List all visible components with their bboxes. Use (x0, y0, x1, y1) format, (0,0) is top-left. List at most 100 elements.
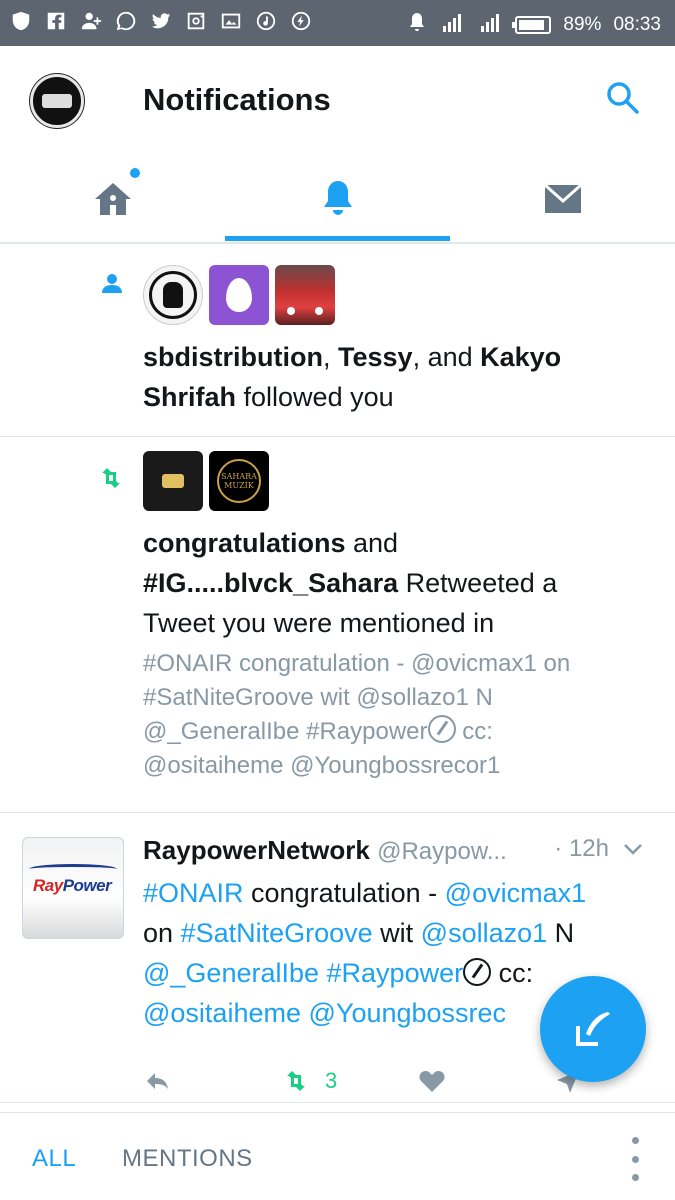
separator: , (322, 342, 338, 372)
tweet-text: wit (372, 918, 421, 948)
tab-messages[interactable] (450, 156, 675, 242)
twitter-icon (150, 10, 172, 32)
add-user-icon (80, 10, 102, 32)
mention-link[interactable]: @sollazo1 (421, 918, 547, 948)
whatsapp-icon (115, 10, 137, 32)
battery-percent: 89% (563, 14, 602, 35)
avatar-tessy[interactable] (209, 265, 269, 325)
status-bar: 89% 08:33 (0, 0, 675, 46)
gallery-icon (220, 10, 242, 32)
user-name[interactable]: sbdistribution (143, 342, 323, 372)
envelope-icon (543, 183, 582, 213)
user-name[interactable]: Tessy (338, 342, 413, 372)
facebook-icon (45, 10, 67, 32)
music-icon (255, 10, 277, 32)
joiner-text: and (345, 528, 399, 558)
user-name[interactable]: #IG.....blvck_Sahara (143, 568, 398, 598)
reply-icon (147, 1073, 168, 1089)
user-name[interactable]: Kakyo (480, 342, 561, 372)
raypower-globe-icon (427, 715, 456, 743)
heart-icon (419, 1070, 445, 1092)
notifications-feed[interactable]: sbdistribution, Tessy, and Kakyo Shrifah… (0, 245, 675, 1103)
tweet-timestamp: · 12h (554, 835, 609, 862)
status-bar-system-icons: 89% 08:33 (405, 10, 661, 40)
like-button[interactable] (417, 1063, 447, 1099)
signal-4g-icon (441, 10, 467, 40)
avatar-logo-text: Power (62, 876, 112, 895)
chevron-down-icon[interactable] (621, 837, 645, 861)
tweet-text: on (143, 918, 181, 948)
retweeter-avatars: SAHARA MUZIK (143, 451, 269, 511)
user-name[interactable]: congratulations (143, 528, 346, 558)
action-text: followed you (236, 382, 394, 412)
action-text: Tweet you were mentioned in (143, 608, 495, 638)
battery-icon (512, 16, 552, 34)
search-icon (607, 82, 639, 114)
tweet-text: N (547, 918, 575, 948)
home-icon (94, 183, 131, 215)
retweet-count: 3 (325, 1068, 338, 1093)
reply-button[interactable] (143, 1063, 173, 1099)
clock: 08:33 (613, 14, 661, 35)
tweet-text: cc: (491, 958, 534, 988)
profile-avatar[interactable] (30, 74, 84, 128)
tweet-actions: 3 (143, 1063, 603, 1103)
mention-link[interactable]: @Youngbossrec (309, 998, 507, 1028)
filter-mentions-tab[interactable]: MENTIONS (122, 1145, 253, 1173)
vpn-shield-icon (10, 10, 32, 32)
quote-line: @_GeneralIbe #Raypower (143, 718, 428, 745)
page-title: Notifications (143, 82, 331, 117)
tab-notifications[interactable] (225, 156, 450, 242)
retweet-button[interactable]: 3 (281, 1063, 337, 1099)
status-bar-notification-icons (10, 10, 312, 32)
tweet-text: congratulation - (243, 878, 445, 908)
avatar-ig-blvck-sahara[interactable]: SAHARA MUZIK (209, 451, 269, 511)
bell-icon (323, 181, 352, 215)
avatar-logo-text: Ray (33, 876, 63, 895)
retweet-icon (287, 1071, 305, 1091)
avatar-sbdistribution[interactable] (143, 265, 203, 325)
more-options-icon[interactable] (622, 1137, 648, 1181)
hashtag-link[interactable]: #Raypower (327, 958, 464, 988)
hashtag-link[interactable]: #SatNiteGroove (181, 918, 373, 948)
avatar-congratulations[interactable] (143, 451, 203, 511)
avatar-kakyo-shrifah[interactable] (275, 265, 335, 325)
retweet-notification-text: congratulations and #IG.....blvck_Sahara… (143, 523, 645, 643)
tweet-header: RaypowerNetwork @Raypow... · 12h (143, 835, 645, 869)
mention-link[interactable]: @ositaiheme (143, 998, 301, 1028)
instagram-icon (185, 10, 207, 32)
home-new-dot (130, 168, 140, 178)
avatar-raypowernetwork[interactable]: RayPower (22, 837, 124, 939)
separator: , and (412, 342, 481, 372)
action-text: Retweeted a (398, 568, 558, 598)
tweet-author-name[interactable]: RaypowerNetwork (143, 835, 370, 865)
compose-icon (576, 1012, 610, 1046)
follower-avatars (143, 265, 335, 325)
hashtag-link[interactable]: #ONAIR (143, 878, 244, 908)
mention-link[interactable]: @ovicmax1 (445, 878, 586, 908)
tweet-text (301, 998, 309, 1028)
main-tabs (0, 156, 675, 244)
tweet-text (319, 958, 327, 988)
tweet-author-handle[interactable]: @Raypow... (377, 838, 507, 865)
raypower-globe-icon (463, 958, 492, 986)
filter-all-tab[interactable]: ALL (32, 1145, 76, 1173)
quote-line: cc: (455, 718, 493, 745)
compose-tweet-button[interactable] (540, 976, 646, 1082)
sahara-badge: SAHARA MUZIK (217, 459, 261, 503)
user-name[interactable]: Shrifah (143, 382, 236, 412)
follow-notification[interactable]: sbdistribution, Tessy, and Kakyo Shrifah… (0, 245, 675, 437)
mention-link[interactable]: @_GeneralIbe (143, 958, 319, 988)
signal-icon (479, 10, 503, 40)
tab-home[interactable] (0, 156, 225, 242)
quote-line: #ONAIR congratulation - @ovicmax1 on (143, 650, 571, 677)
alarm-mute-icon (405, 10, 429, 40)
person-icon (96, 269, 126, 299)
notification-filter-bar: ALL MENTIONS (0, 1112, 675, 1200)
retweet-notification[interactable]: SAHARA MUZIK congratulations and #IG....… (0, 437, 675, 813)
search-button[interactable] (605, 80, 645, 120)
retweet-icon (96, 463, 126, 493)
quoted-tweet-text: #ONAIR congratulation - @ovicmax1 on #Sa… (143, 647, 645, 783)
quote-line: @ositaiheme @Youngbossrecor1 (143, 752, 501, 779)
flash-icon (290, 10, 312, 32)
